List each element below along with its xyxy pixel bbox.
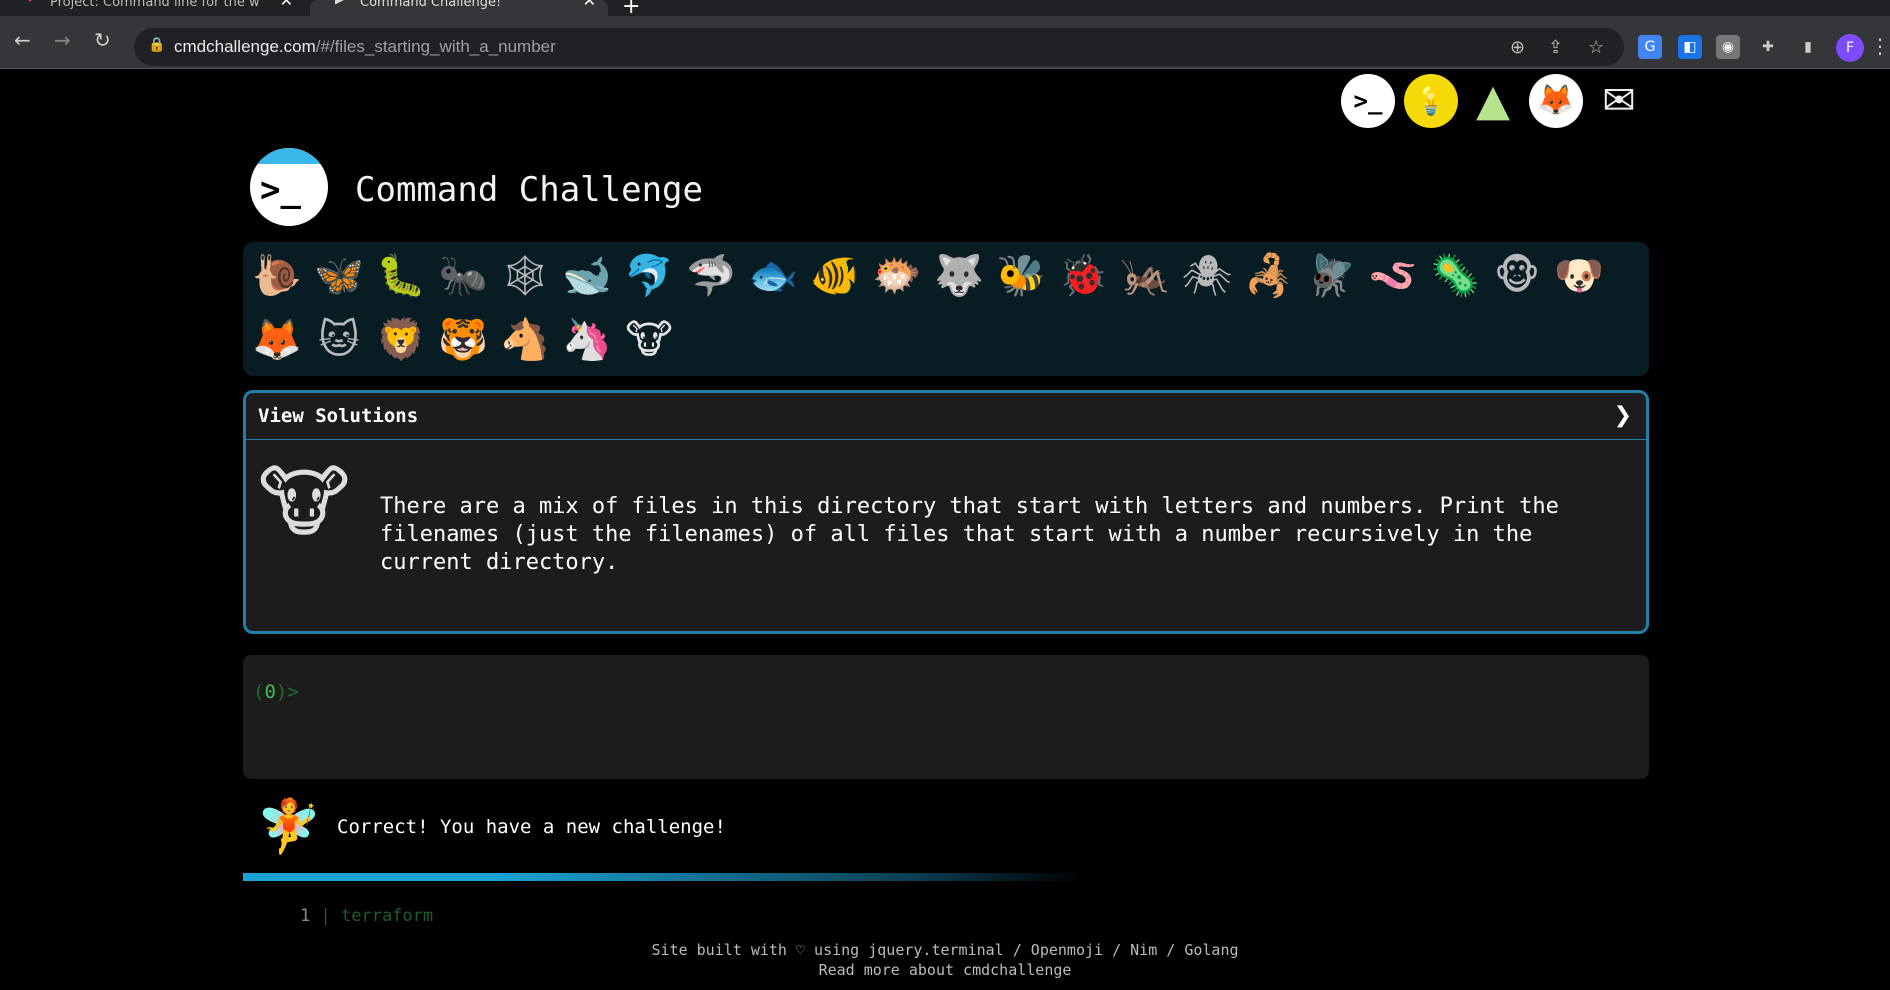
whale-icon[interactable]: 🐋	[561, 250, 613, 302]
zoom-icon[interactable]: ⊕	[1510, 37, 1525, 58]
lightbulb-icon[interactable]: 💡	[1404, 74, 1458, 128]
avatar[interactable]: F	[1836, 34, 1864, 62]
butterfly-icon[interactable]: 🦋	[313, 250, 365, 302]
fish-icon[interactable]: 🐟	[747, 250, 799, 302]
tropical-fish-icon[interactable]: 🐠	[809, 250, 861, 302]
progress-bar	[243, 873, 1085, 881]
mail-icon[interactable]: ✉	[1592, 74, 1646, 128]
line-separator: |	[320, 906, 331, 926]
extension-icon[interactable]: ◉	[1716, 35, 1740, 59]
lion-icon[interactable]: 🦁	[375, 314, 427, 366]
caterpillar-icon[interactable]: 🐛	[375, 250, 427, 302]
unicorn-icon[interactable]: 🦄	[561, 314, 613, 366]
site-logo[interactable]: >_	[250, 148, 328, 226]
microbe-icon[interactable]: 🦠	[1429, 250, 1481, 302]
side-panel-icon[interactable]: ▮	[1796, 35, 1820, 59]
chevron-right-icon[interactable]: ❯	[1614, 403, 1632, 428]
terminal[interactable]: (0)>	[243, 655, 1649, 779]
dolphin-icon[interactable]: 🐬	[623, 250, 675, 302]
challenge-description: There are a mix of files in this directo…	[380, 494, 1559, 575]
terminal-icon[interactable]: >_	[1341, 74, 1395, 128]
spider-icon[interactable]: 🕷	[1181, 250, 1233, 302]
dog-icon[interactable]: 🐶	[1553, 250, 1605, 302]
page-title: Command Challenge	[355, 170, 703, 210]
fairy-icon: 🧚	[256, 797, 322, 857]
history-command: terraform	[341, 906, 434, 926]
footer: Site built with ♡ using jquery.terminal …	[0, 940, 1890, 980]
ladybug-icon[interactable]: 🐞	[1057, 250, 1109, 302]
shark-icon[interactable]: 🦈	[685, 250, 737, 302]
tab-title: Project: Command line for the w	[50, 0, 260, 10]
back-icon[interactable]: ←	[14, 28, 31, 52]
cricket-icon[interactable]: 🦗	[1119, 250, 1171, 302]
monkey-icon[interactable]: 🐵	[1491, 250, 1543, 302]
worm-icon[interactable]: 🪱	[1367, 250, 1419, 302]
ant-icon[interactable]: 🐜	[437, 250, 489, 302]
result-message: Correct! You have a new challenge!	[337, 816, 726, 838]
address-bar[interactable]: 🔒 cmdchallenge.com/#/files_starting_with…	[134, 28, 1624, 66]
tiger-icon[interactable]: 🐯	[437, 314, 489, 366]
close-icon[interactable]: ✕	[280, 0, 293, 9]
star-icon[interactable]: ☆	[1588, 37, 1604, 58]
logo-band	[250, 148, 328, 164]
challenge-strip: 🐌 🦋 🐛 🐜 🕸 🐋 🐬 🦈 🐟 🐠 🐡 🐺 🐝 🐞 🦗 🕷 🦂 🪰 🪱 🦠 …	[243, 242, 1649, 376]
menu-icon[interactable]: ⋮	[1870, 34, 1890, 58]
cat-icon[interactable]: 🐱	[313, 314, 365, 366]
scorpion-icon[interactable]: 🦂	[1243, 250, 1295, 302]
lock-icon[interactable]: 🔒	[148, 37, 165, 53]
tree-icon[interactable]: ▲	[1466, 74, 1520, 128]
terminal-favicon-icon: ▶	[335, 0, 344, 5]
horse-icon[interactable]: 🐴	[499, 314, 551, 366]
footer-read-more-link[interactable]: Read more about cmdchallenge	[0, 960, 1890, 980]
cow-icon[interactable]: 🐮	[623, 314, 675, 366]
forward-icon[interactable]: →	[54, 28, 71, 52]
reload-icon[interactable]: ↻	[94, 28, 111, 52]
tab-favicon-icon: ❤	[25, 0, 35, 5]
browser-toolbar: ← → ↻ 🔒 cmdchallenge.com/#/files_startin…	[0, 16, 1890, 69]
tab-command-challenge[interactable]: ▶ Command Challenge! ✕	[310, 0, 608, 16]
line-number: 1	[300, 906, 311, 926]
close-icon[interactable]: ✕	[583, 0, 596, 9]
terminal-prompt[interactable]: (0)>	[253, 681, 299, 703]
view-solutions-header[interactable]: View Solutions ❯	[246, 393, 1646, 440]
bee-icon[interactable]: 🐝	[995, 250, 1047, 302]
snail-icon[interactable]: 🐌	[251, 250, 303, 302]
tab-bar: ❤ Project: Command line for the w ✕ ▶ Co…	[0, 0, 1890, 19]
fox-icon[interactable]: 🦊	[251, 314, 303, 366]
extension-icon[interactable]: ◧	[1678, 35, 1702, 59]
url-text[interactable]: cmdchallenge.com/#/files_starting_with_a…	[174, 37, 556, 57]
fly-icon[interactable]: 🪰	[1305, 250, 1357, 302]
history-line: 1 | terraform	[300, 906, 433, 926]
wolf-icon[interactable]: 🐺	[933, 250, 985, 302]
puzzle-icon[interactable]: ✚	[1756, 35, 1780, 59]
tab-title: Command Challenge!	[360, 0, 502, 10]
challenge-panel: View Solutions ❯ 🐮 There are a mix of fi…	[243, 390, 1649, 634]
share-icon[interactable]: ⇪	[1548, 37, 1563, 58]
cow-icon: 🐮	[257, 458, 351, 548]
terminal-icon: >_	[260, 170, 301, 210]
tab-project[interactable]: ❤ Project: Command line for the w ✕	[0, 0, 305, 16]
view-solutions-label: View Solutions	[258, 405, 419, 427]
footer-credits: Site built with ♡ using jquery.terminal …	[651, 941, 1239, 959]
blowfish-icon[interactable]: 🐡	[871, 250, 923, 302]
gitlab-icon[interactable]: 🦊	[1529, 74, 1583, 128]
translate-extension-icon[interactable]: G	[1638, 35, 1662, 59]
spider-web-icon[interactable]: 🕸	[499, 250, 551, 302]
